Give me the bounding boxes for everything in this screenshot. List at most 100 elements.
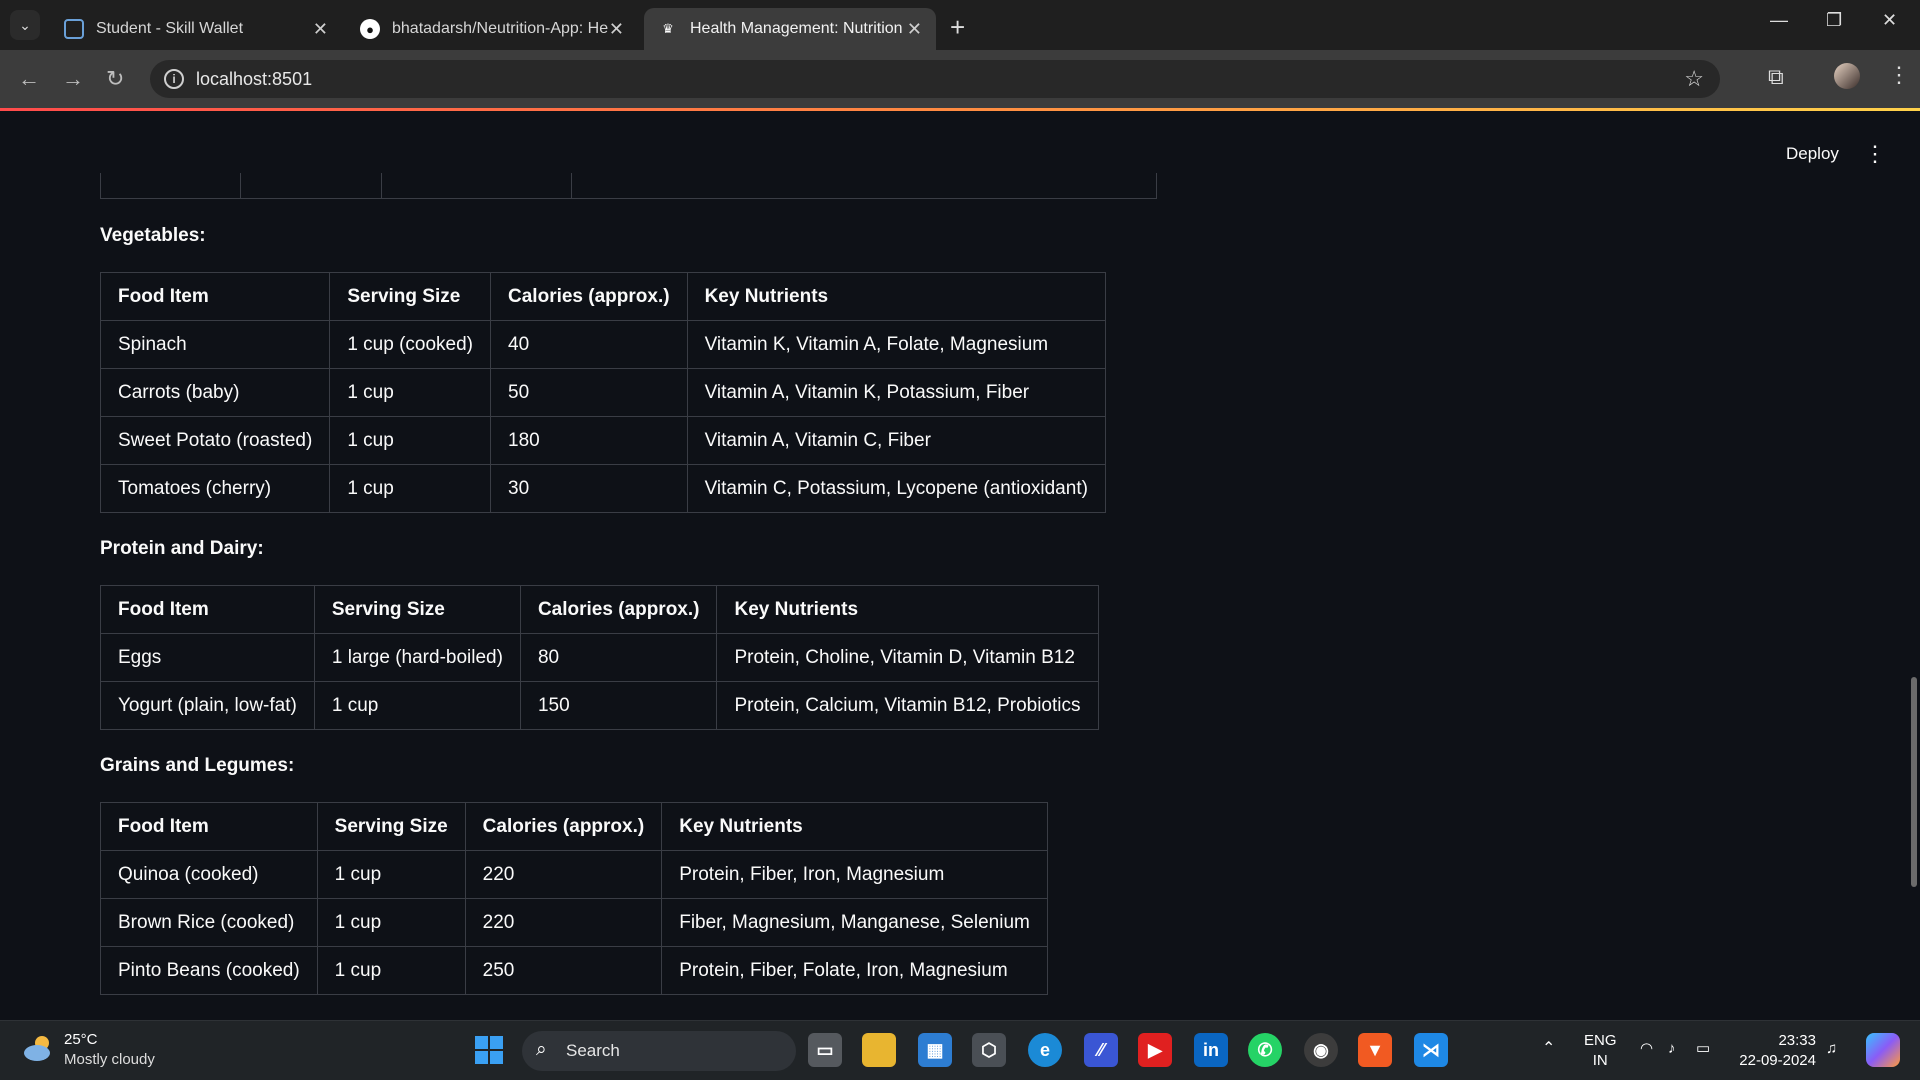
windows-start-icon[interactable] (472, 1033, 506, 1067)
table-cell: 220 (464, 898, 663, 947)
search-label: Search (566, 1041, 620, 1060)
column-header: Food Item (100, 802, 318, 851)
close-icon[interactable]: ✕ (313, 19, 328, 40)
close-icon[interactable]: ✕ (907, 19, 922, 40)
tab-label: bhatadarsh/Neutrition-App: He (392, 20, 609, 37)
back-arrow-icon[interactable]: ← (18, 66, 40, 92)
edge-browser-icon[interactable]: e (1028, 1033, 1062, 1067)
table-cell: Vitamin K, Vitamin A, Folate, Magnesium (686, 320, 1106, 369)
column-header: Food Item (99, 272, 331, 321)
scrollbar-thumb[interactable] (1911, 677, 1917, 887)
extensions-icon[interactable]: ⧉ (1768, 64, 1784, 90)
volume-icon[interactable]: ♪ (1668, 1039, 1676, 1059)
brave-icon[interactable]: ▼ (1358, 1033, 1392, 1067)
section-title-grains-legumes: Grains and Legumes: (100, 755, 295, 776)
microsoft-store-icon[interactable]: ▦ (918, 1033, 952, 1067)
column-header: Calories (approx.) (490, 272, 688, 321)
linkedin-icon[interactable]: in (1194, 1033, 1228, 1067)
section-title-vegetables: Vegetables: (100, 225, 206, 246)
wifi-icon[interactable]: ◠ (1640, 1039, 1653, 1059)
table-cell: Spinach (99, 320, 331, 369)
table-row: Eggs 1 large (hard-boiled) 80 Protein, C… (100, 633, 1099, 682)
column-header: Calories (approx.) (464, 802, 663, 851)
chrome-icon[interactable]: ◉ (1304, 1033, 1338, 1067)
skill-wallet-icon (64, 19, 84, 39)
grains-legumes-table: Food Item Serving Size Calories (approx.… (100, 802, 1048, 995)
clock[interactable]: 23:33 22-09-2024 (1736, 1031, 1816, 1071)
column-header: Key Nutrients (661, 802, 1048, 851)
minimize-icon[interactable]: — (1770, 10, 1788, 31)
profile-avatar[interactable] (1834, 63, 1860, 89)
copilot-icon[interactable] (1866, 1033, 1900, 1067)
close-icon[interactable]: ✕ (609, 19, 624, 40)
language-indicator[interactable]: ENG IN (1584, 1031, 1617, 1071)
deploy-button[interactable]: Deploy (1786, 144, 1839, 164)
time: 23:33 (1778, 1032, 1816, 1049)
youtube-icon[interactable]: ▶ (1138, 1033, 1172, 1067)
app-menu-icon[interactable]: ⋮ (1864, 141, 1886, 167)
tab-label: Health Management: Nutrition (690, 20, 903, 37)
window-close-icon[interactable]: ✕ (1882, 10, 1897, 31)
language-code: ENG (1584, 1032, 1617, 1049)
url-text[interactable]: localhost:8501 (196, 69, 312, 90)
column-header: Serving Size (316, 802, 466, 851)
table-cell: Protein, Choline, Vitamin D, Vitamin B12 (716, 633, 1099, 682)
whatsapp-icon[interactable]: ✆ (1248, 1033, 1282, 1067)
date: 22-09-2024 (1739, 1052, 1816, 1069)
table-cell: 1 large (hard-boiled) (313, 633, 521, 682)
table-cell: 1 cup (313, 681, 521, 730)
forward-arrow-icon[interactable]: → (62, 66, 84, 92)
tab-search-button[interactable]: ⌄ (10, 10, 40, 40)
site-info-icon[interactable]: i (164, 69, 184, 89)
table-cell: Protein, Fiber, Iron, Magnesium (661, 850, 1048, 899)
column-header: Key Nutrients (686, 272, 1106, 321)
bookmark-star-icon[interactable]: ☆ (1684, 66, 1704, 92)
browser-menu-icon[interactable]: ⋮ (1888, 62, 1910, 88)
task-view-icon[interactable]: ▭ (808, 1033, 842, 1067)
chevron-up-icon[interactable]: ⌃ (1542, 1039, 1555, 1059)
table-cell: 1 cup (316, 946, 466, 995)
table-cell: 180 (490, 416, 688, 465)
taskbar-search[interactable]: ⌕ Search (522, 1031, 796, 1071)
vscode-icon[interactable]: ⋊ (1414, 1033, 1448, 1067)
tab-github[interactable]: ● bhatadarsh/Neutrition-App: He ✕ (346, 8, 638, 50)
weather-description[interactable]: Mostly cloudy (64, 1051, 155, 1068)
cloudy-weather-icon[interactable] (22, 1033, 56, 1063)
restore-icon[interactable]: ❐ (1826, 10, 1842, 31)
table-row: Tomatoes (cherry) 1 cup 30 Vitamin C, Po… (99, 464, 1106, 513)
weather-temperature[interactable]: 25°C (64, 1031, 98, 1048)
column-header: Calories (approx.) (519, 585, 718, 634)
table-cell: 1 cup (316, 898, 466, 947)
notification-bell-icon[interactable]: ♫ (1826, 1039, 1837, 1059)
table-row: Sweet Potato (roasted) 1 cup 180 Vitamin… (99, 416, 1106, 465)
address-bar[interactable]: i localhost:8501 ☆ (150, 60, 1720, 98)
table-cell: Tomatoes (cherry) (99, 464, 331, 513)
table-row: Carrots (baby) 1 cup 50 Vitamin A, Vitam… (99, 368, 1106, 417)
github-icon: ● (360, 19, 380, 39)
tab-skill-wallet[interactable]: Student - Skill Wallet ✕ (50, 8, 342, 50)
region-code: IN (1592, 1052, 1608, 1069)
table-cell: Quinoa (cooked) (100, 850, 318, 899)
table-cell: 40 (490, 320, 688, 369)
protein-dairy-table: Food Item Serving Size Calories (approx.… (100, 585, 1099, 730)
table-cell: Vitamin A, Vitamin K, Potassium, Fiber (686, 368, 1106, 417)
table-cell: 80 (519, 633, 718, 682)
table-cell: 1 cup (329, 416, 492, 465)
new-tab-button[interactable]: + (950, 12, 965, 43)
battery-icon[interactable]: ▭ (1696, 1039, 1710, 1059)
file-explorer-icon[interactable] (862, 1033, 896, 1067)
table-cell: Carrots (baby) (99, 368, 331, 417)
code-editor-icon[interactable]: ⁄⁄ (1084, 1033, 1118, 1067)
windows-taskbar: 25°C Mostly cloudy ⌕ Search ▭ ▦ ⬡ e ⁄⁄ ▶… (0, 1020, 1920, 1080)
tab-health-management[interactable]: ♛ Health Management: Nutrition ✕ (644, 8, 936, 50)
browser-tab-bar: ⌄ Student - Skill Wallet ✕ ● bhatadarsh/… (0, 0, 1920, 50)
reload-icon[interactable]: ↻ (106, 66, 124, 92)
app-hexagon-icon[interactable]: ⬡ (972, 1033, 1006, 1067)
table-cell: Vitamin C, Potassium, Lycopene (antioxid… (686, 464, 1106, 513)
table-row: Spinach 1 cup (cooked) 40 Vitamin K, Vit… (99, 320, 1106, 369)
table-cell: 1 cup (329, 464, 492, 513)
table-cell: Fiber, Magnesium, Manganese, Selenium (661, 898, 1048, 947)
tab-label: Student - Skill Wallet (96, 20, 244, 37)
column-header: Serving Size (329, 272, 492, 321)
table-cell: 30 (490, 464, 688, 513)
